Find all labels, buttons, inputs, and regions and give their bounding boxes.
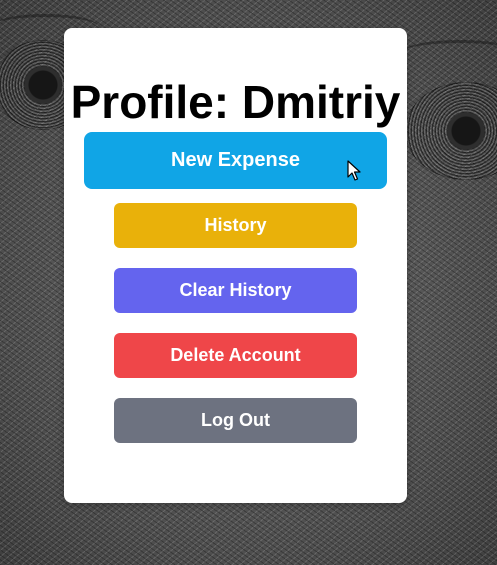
new-expense-button[interactable]: New Expense bbox=[84, 132, 387, 189]
banknote-eye-right bbox=[405, 82, 497, 180]
log-out-button[interactable]: Log Out bbox=[114, 398, 357, 443]
banknote-brow-right bbox=[400, 40, 497, 67]
delete-account-button[interactable]: Delete Account bbox=[114, 333, 357, 378]
clear-history-button[interactable]: Clear History bbox=[114, 268, 357, 313]
page-title: Profile: Dmitriy bbox=[70, 76, 401, 128]
history-button[interactable]: History bbox=[114, 203, 357, 248]
